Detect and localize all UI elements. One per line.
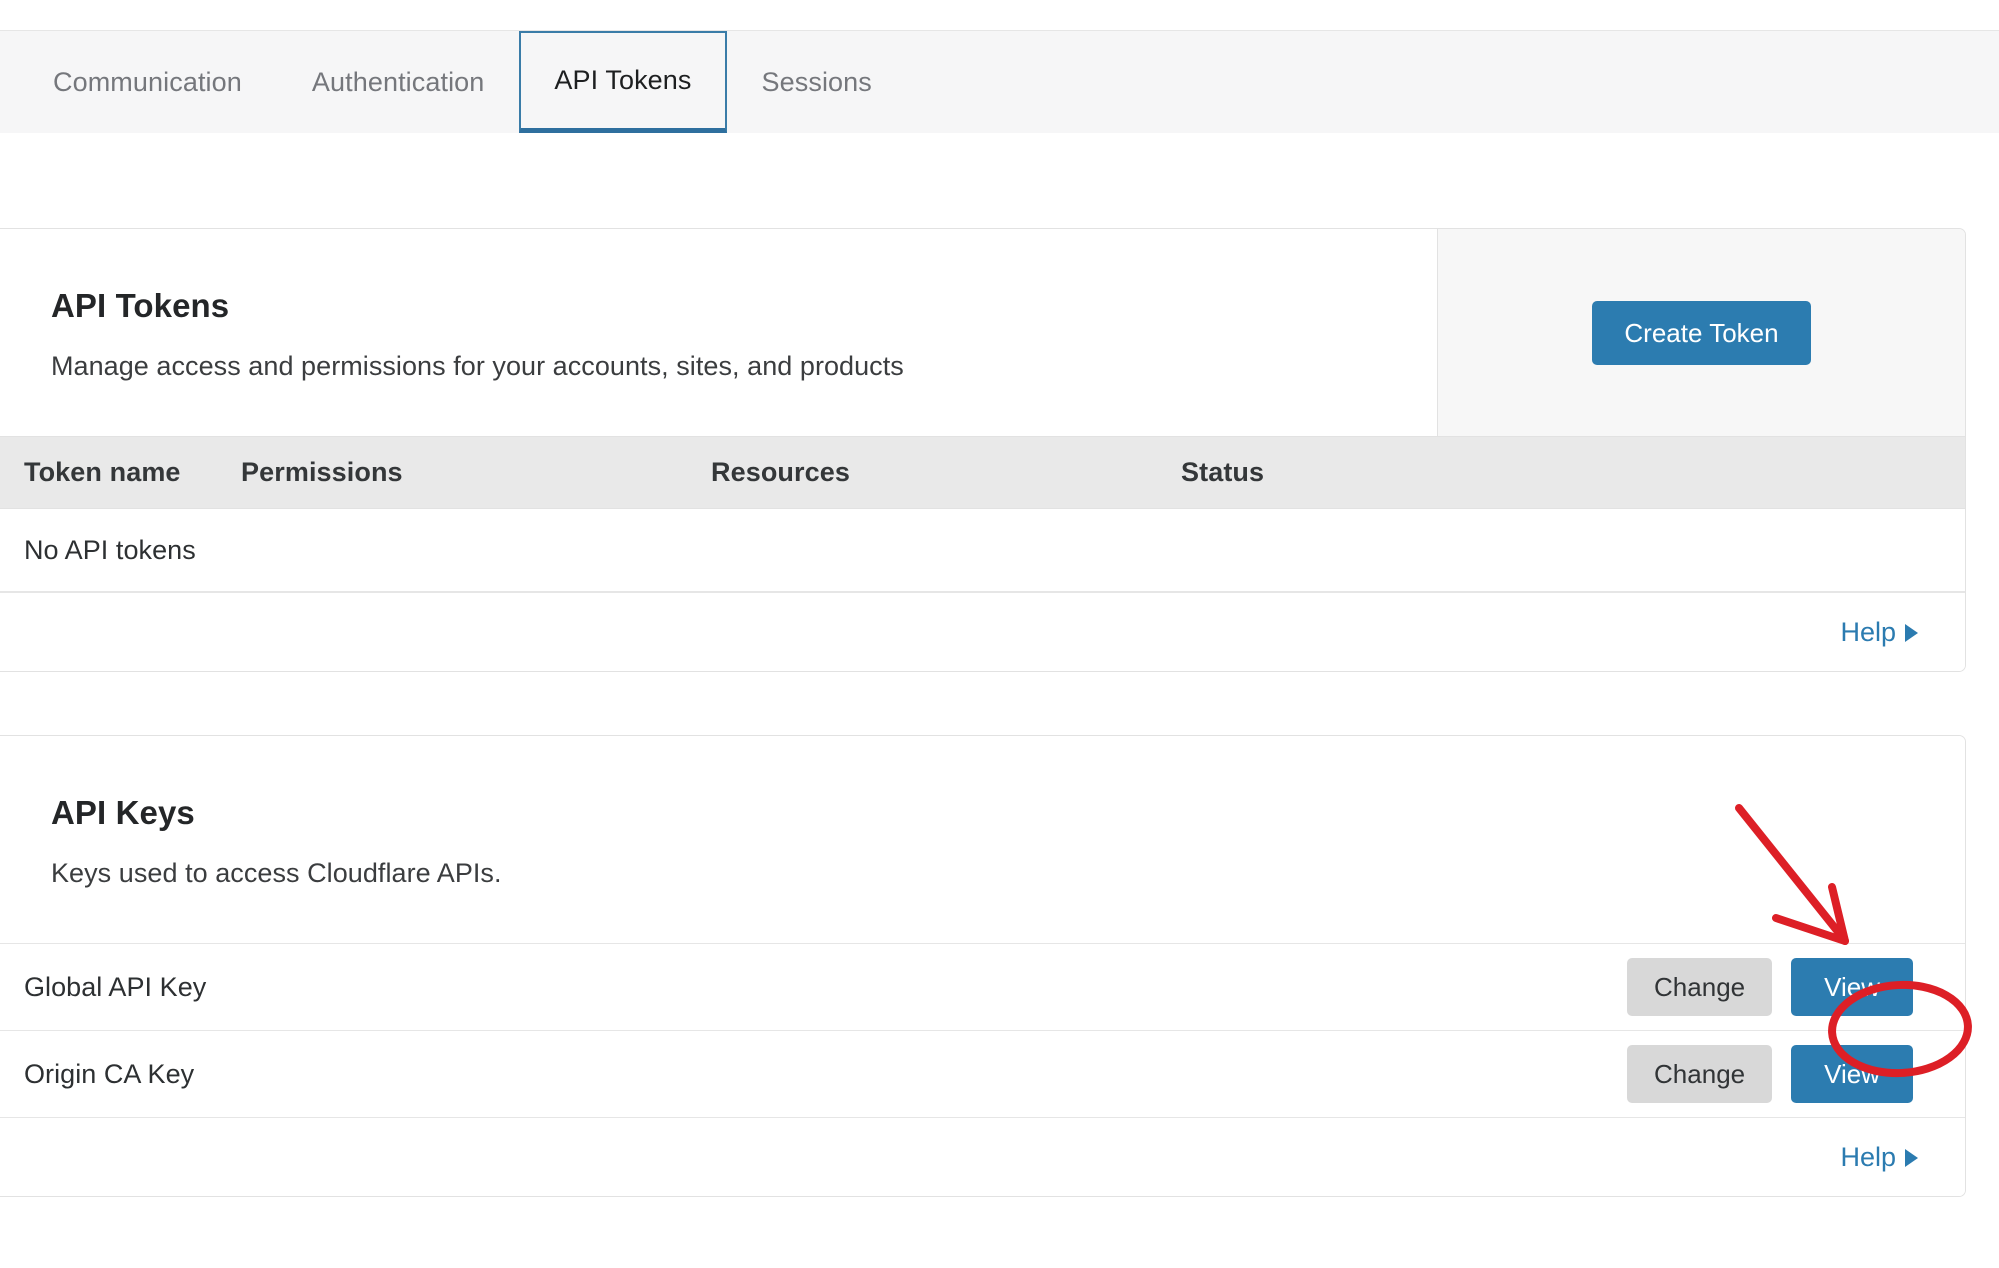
column-header-resources: Resources [711,457,850,487]
api-key-actions: Change View [1627,1045,1913,1103]
api-keys-header-spacer [1437,736,1965,943]
change-origin-ca-key-button[interactable]: Change [1627,1045,1773,1103]
api-keys-header-text: API Keys Keys used to access Cloudflare … [0,736,1437,943]
chevron-right-icon [1905,624,1918,642]
view-origin-ca-key-button[interactable]: View [1791,1045,1913,1103]
create-token-button[interactable]: Create Token [1592,300,1811,365]
help-link[interactable]: Help [1840,617,1918,648]
tab-label: API Tokens [554,65,692,95]
tab-sessions[interactable]: Sessions [727,31,907,133]
help-link[interactable]: Help [1840,1142,1918,1173]
api-tokens-card-header: API Tokens Manage access and permissions… [0,229,1965,436]
api-tokens-card-footer: Help [0,592,1965,671]
page-root: Communication Authentication API Tokens … [0,0,1999,1268]
change-global-api-key-button[interactable]: Change [1627,958,1773,1016]
api-key-name: Origin CA Key [24,1058,195,1089]
api-keys-subtitle: Keys used to access Cloudflare APIs. [51,858,502,888]
api-tokens-title: API Tokens [51,287,230,324]
api-keys-card-footer: Help [0,1117,1965,1196]
api-key-row-global: Global API Key Change View [0,943,1965,1030]
settings-tab-bar: Communication Authentication API Tokens … [0,30,1999,133]
api-tokens-card: API Tokens Manage access and permissions… [0,228,1966,672]
tab-label: Communication [53,66,242,97]
api-tokens-subtitle: Manage access and permissions for your a… [51,351,904,381]
column-header-status: Status [1181,457,1265,487]
tab-communication[interactable]: Communication [18,31,277,133]
tab-authentication[interactable]: Authentication [277,31,520,133]
api-keys-title: API Keys [51,794,195,831]
help-link-label: Help [1840,616,1896,647]
api-tokens-header-text: API Tokens Manage access and permissions… [0,229,1437,436]
tab-api-tokens[interactable]: API Tokens [519,31,727,133]
tab-label: Sessions [761,66,872,97]
tab-label: Authentication [311,66,485,97]
api-key-row-origin-ca: Origin CA Key Change View [0,1030,1965,1117]
column-header-token-name: Token name [24,457,181,487]
help-link-label: Help [1840,1141,1896,1172]
view-global-api-key-button[interactable]: View [1791,958,1913,1016]
table-row-empty: No API tokens [0,509,1965,592]
api-tokens-header-action: Create Token [1437,229,1965,436]
api-keys-card: API Keys Keys used to access Cloudflare … [0,735,1966,1197]
api-tokens-table-header: Token name Permissions Resources Status [0,436,1965,509]
api-key-actions: Change View [1627,958,1913,1016]
api-keys-card-header: API Keys Keys used to access Cloudflare … [0,736,1965,943]
chevron-right-icon [1905,1149,1918,1167]
no-api-tokens-text: No API tokens [24,534,196,565]
column-header-permissions: Permissions [241,457,403,487]
api-key-name: Global API Key [24,971,207,1002]
